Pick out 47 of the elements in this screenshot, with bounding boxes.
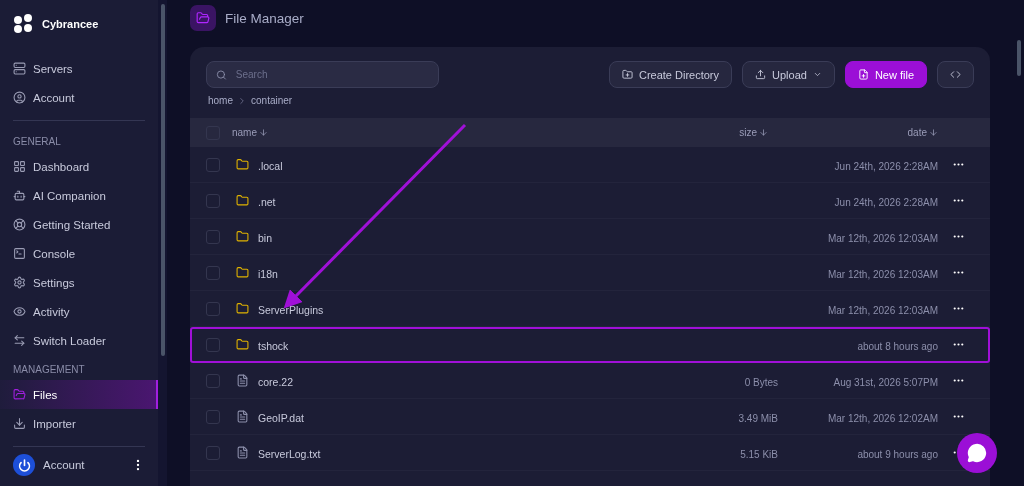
file-size: 5.15 KiB <box>740 448 778 460</box>
sidebar-item[interactable]: Settings <box>0 268 158 297</box>
file-name: tshock <box>258 339 289 352</box>
file-name: .net <box>258 195 276 208</box>
file-date: Mar 12th, 2026 12:03AM <box>827 304 938 316</box>
upload-button[interactable]: Upload <box>742 61 835 88</box>
sidebar-item[interactable]: Account <box>0 83 158 112</box>
sidebar-item[interactable]: Files <box>0 380 158 409</box>
sidebar-item[interactable]: Dashboard <box>0 152 158 181</box>
column-header[interactable]: name <box>232 127 628 138</box>
new-file-button[interactable]: New file <box>844 61 927 88</box>
file-name: .local <box>258 159 283 172</box>
file-date: about 8 hours ago <box>857 340 938 352</box>
column-header[interactable]: date <box>778 127 938 138</box>
sidebar-item[interactable]: Console <box>0 239 158 268</box>
file-date: Mar 12th, 2026 12:03AM <box>827 232 938 244</box>
sidebar-item[interactable]: AI Companion <box>0 181 158 210</box>
sidebar-item[interactable]: Getting Started <box>0 210 158 239</box>
account-name: Account <box>43 459 86 471</box>
file-name: GeoIP.dat <box>258 411 304 424</box>
sidebar-item[interactable]: Servers <box>0 54 158 83</box>
sidebar-item[interactable]: Activity <box>0 297 158 326</box>
breadcrumb-link[interactable]: home <box>208 95 233 106</box>
create-directory-button[interactable]: Create Directory <box>608 61 732 88</box>
section-heading: MANAGEMENT <box>12 364 86 375</box>
file-date: Jun 24th, 2026 2:28AM <box>834 196 938 208</box>
file-name: core.22 <box>258 375 294 388</box>
sidebar-item[interactable]: Switch Loader <box>0 326 158 355</box>
file-date: Mar 12th, 2026 12:02AM <box>827 412 938 424</box>
page-title: File Manager <box>225 10 304 26</box>
breadcrumb-link[interactable]: container <box>251 95 293 106</box>
file-name: i18n <box>258 267 278 280</box>
sidebar-item[interactable]: Importer <box>0 409 158 438</box>
brand-name: Cybrancee <box>42 18 99 30</box>
column-header[interactable]: size <box>628 127 778 138</box>
search-field[interactable]: Search <box>206 61 439 88</box>
file-size: 3.49 MiB <box>738 412 778 424</box>
section-heading: GENERAL <box>12 136 62 147</box>
file-date: Mar 12th, 2026 12:03AM <box>827 268 938 280</box>
file-size: 0 Bytes <box>744 376 778 388</box>
file-name: ServerLog.txt <box>258 447 321 460</box>
search-input[interactable]: Search <box>233 68 429 81</box>
file-date: about 9 hours ago <box>857 448 938 460</box>
file-name: ServerPlugins <box>258 303 324 316</box>
file-date: Jun 24th, 2026 2:28AM <box>834 160 938 172</box>
file-date: Aug 31st, 2026 5:07PM <box>833 376 938 388</box>
file-name: bin <box>258 231 272 244</box>
